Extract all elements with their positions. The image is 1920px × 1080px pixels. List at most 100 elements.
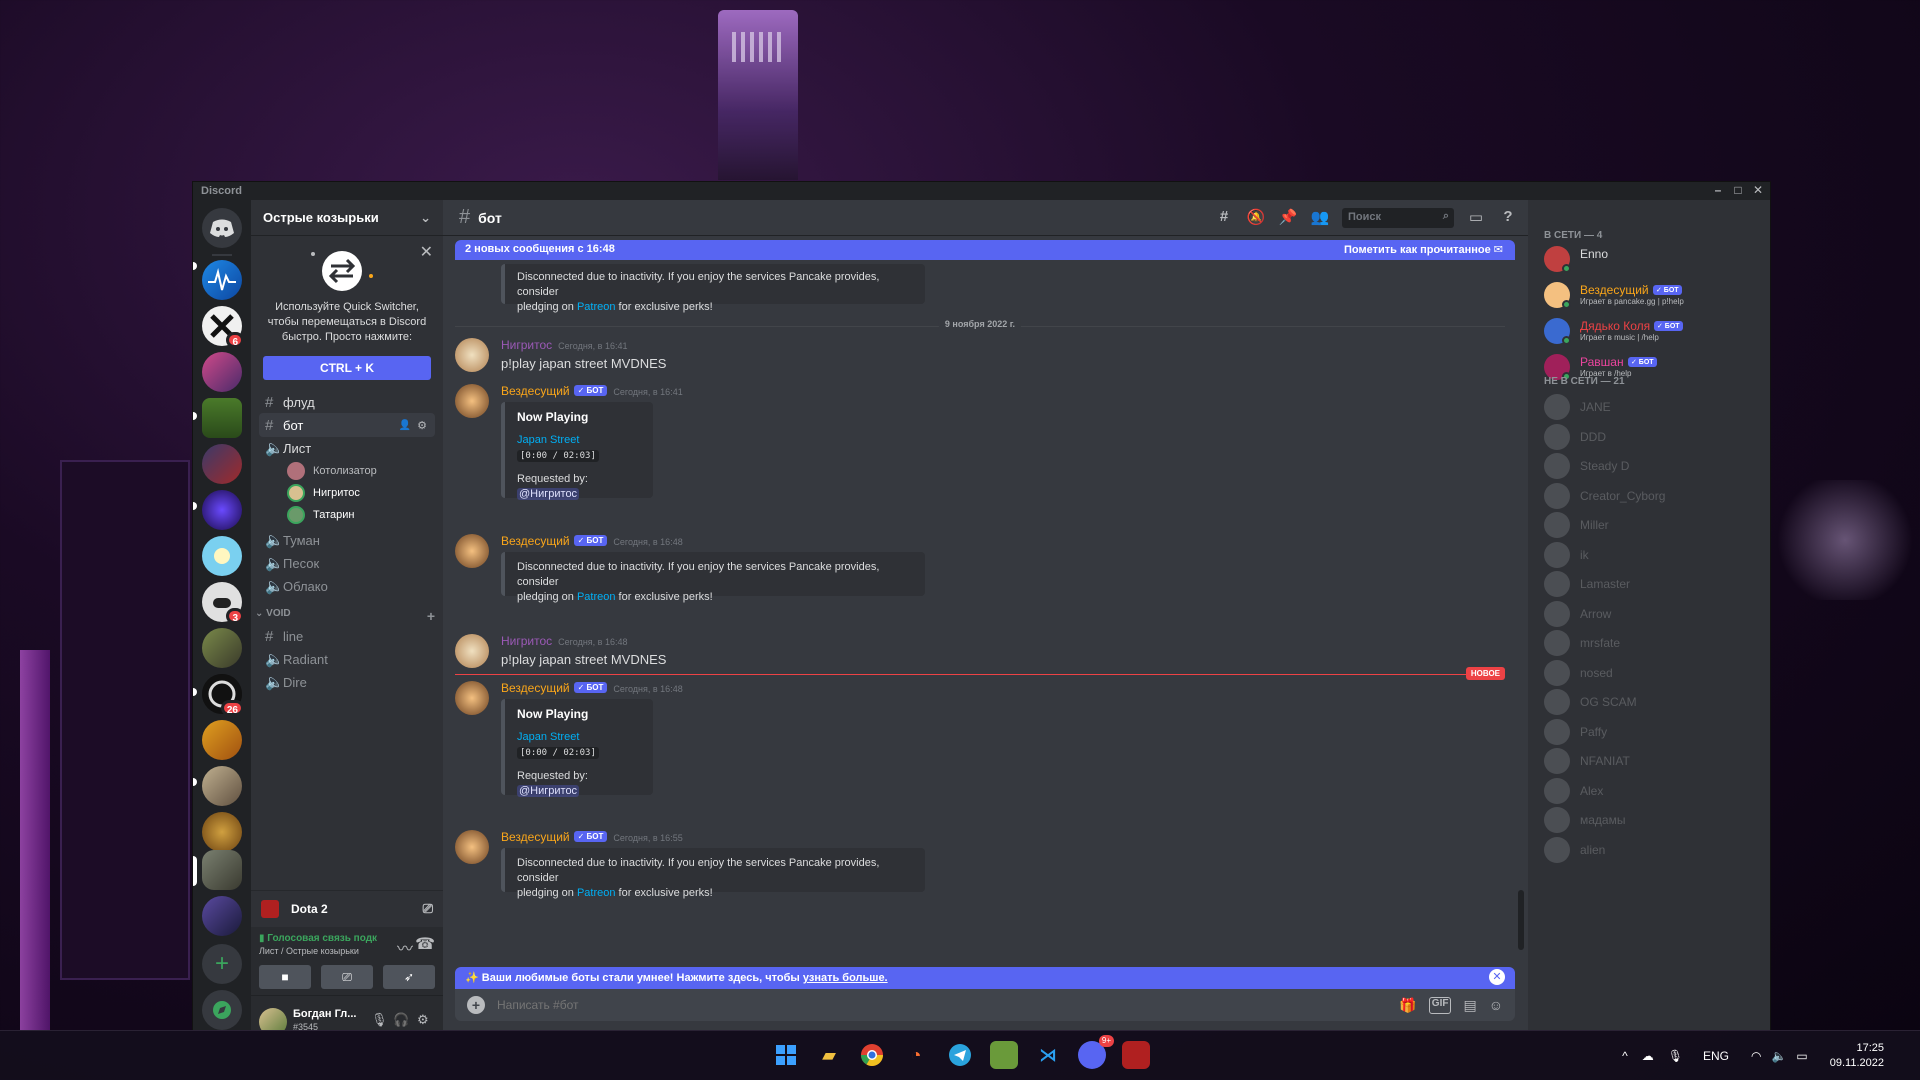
channel-bot[interactable]: # бот 👤 ⚙ [259, 413, 435, 437]
quick-switcher-shortcut-button[interactable]: CTRL + K [263, 356, 431, 380]
server-icon-7[interactable] [202, 536, 242, 576]
avatar[interactable] [259, 1008, 287, 1030]
avatar[interactable] [455, 338, 489, 372]
patreon-link[interactable]: Patreon [577, 591, 616, 603]
member-item-offline[interactable]: мадамы [1544, 805, 1764, 835]
pin-icon[interactable]: 📌 [1278, 208, 1298, 228]
mention[interactable]: @Нигритос [517, 785, 580, 797]
inbox-icon[interactable]: ▭ [1466, 208, 1486, 228]
member-item-offline[interactable]: OG SCAM [1544, 687, 1764, 717]
volume-icon[interactable]: 🔈 [1771, 1049, 1786, 1063]
maximize-button[interactable]: □ [1728, 183, 1748, 197]
voice-channel-dire[interactable]: 🔈 Dire [259, 670, 435, 694]
windows-start-icon[interactable] [772, 1041, 800, 1069]
camera-button[interactable]: ■ [259, 965, 311, 989]
activity-button[interactable]: ➶ [383, 965, 435, 989]
language-indicator[interactable]: ENG [1703, 1049, 1729, 1063]
member-item-offline[interactable]: DDD [1544, 422, 1764, 452]
member-item-offline[interactable]: Miller [1544, 510, 1764, 540]
server-icon-9[interactable] [202, 628, 242, 668]
member-item[interactable]: Enno [1544, 244, 1764, 274]
home-button[interactable] [202, 208, 242, 248]
dota2-taskbar-icon[interactable] [1122, 1041, 1150, 1069]
gift-icon[interactable]: 🎁 [1399, 997, 1416, 1014]
author-name[interactable]: Нигритос [501, 338, 552, 352]
server-icon-4[interactable] [202, 398, 242, 438]
member-item-offline[interactable]: ik [1544, 540, 1764, 570]
member-item-offline[interactable]: NFANIAT [1544, 746, 1764, 776]
minecraft-icon[interactable] [990, 1041, 1018, 1069]
voice-channel-sand[interactable]: 🔈 Песок [259, 551, 435, 575]
channel-flood[interactable]: # флуд [259, 390, 435, 414]
member-item-offline[interactable]: alien [1544, 835, 1764, 865]
sticker-icon[interactable]: ▤ [1463, 997, 1476, 1014]
add-channel-icon[interactable]: + [427, 608, 435, 624]
microphone-icon[interactable]: 🎙 [371, 1012, 388, 1028]
server-icon-3[interactable] [202, 352, 242, 392]
author-name[interactable]: Вездесущий [501, 384, 570, 398]
disconnect-icon[interactable]: ☎ [415, 934, 435, 954]
member-item[interactable]: Дядько Коля ✓ БОТ Играет в music | /help [1544, 316, 1764, 346]
patreon-link[interactable]: Patreon [577, 887, 616, 899]
activity-panel[interactable]: Dota 2 ⎚ [251, 890, 443, 926]
share-screen-button[interactable]: ⎚ [321, 965, 373, 989]
voice-user[interactable]: Котолизатор [287, 460, 377, 482]
member-item[interactable]: Вездесущий ✓ БОТ Играет в pancake.gg | p!h… [1544, 280, 1764, 310]
member-item-offline[interactable]: mrsfate [1544, 628, 1764, 658]
pancake-avatar[interactable] [455, 681, 489, 715]
yandex-browser-icon[interactable]: ◔ [902, 1041, 930, 1069]
member-item-offline[interactable]: JANE [1544, 392, 1764, 422]
member-item-offline[interactable]: Steady D [1544, 451, 1764, 481]
author-name[interactable]: Вездесущий [501, 534, 570, 548]
promo-link[interactable]: узнать больше. [803, 972, 888, 984]
voice-channel-list[interactable]: 🔈 Лист [259, 436, 435, 460]
server-icon-10[interactable]: 26 [202, 674, 244, 716]
pancake-avatar[interactable] [455, 384, 489, 418]
member-item-offline[interactable]: Arrow [1544, 599, 1764, 629]
add-attachment-icon[interactable]: + [467, 996, 485, 1014]
file-explorer-icon[interactable]: ▰ [815, 1041, 843, 1069]
voice-channel-fog[interactable]: 🔈 Туман [259, 528, 435, 552]
member-item-offline[interactable]: Alex [1544, 776, 1764, 806]
member-item-offline[interactable]: Creator_Cyborg [1544, 481, 1764, 511]
server-icon-12[interactable] [202, 766, 242, 806]
avatar[interactable] [455, 634, 489, 668]
close-icon[interactable]: ✕ [1489, 969, 1505, 985]
chat-scrollbar[interactable] [1518, 890, 1524, 950]
pancake-avatar[interactable] [455, 830, 489, 864]
telegram-icon[interactable] [946, 1041, 974, 1069]
microphone-icon[interactable]: 🎙 [1668, 1049, 1683, 1063]
voice-channel-radiant[interactable]: 🔈 Radiant [259, 647, 435, 671]
wifi-icon[interactable]: ◠ [1751, 1049, 1761, 1063]
close-window-button[interactable]: ✕ [1748, 183, 1768, 197]
minimize-button[interactable]: – [1708, 183, 1728, 197]
explore-icon[interactable] [202, 990, 242, 1030]
noise-suppression-icon[interactable]: 〰 [397, 935, 413, 959]
mention[interactable]: @Нигритос [517, 488, 580, 500]
channel-line[interactable]: # line [259, 624, 435, 648]
server-icon-5[interactable] [202, 444, 242, 484]
screen-share-icon[interactable]: ⎚ [423, 901, 433, 917]
server-header[interactable]: Острые козырьки ⌄ [251, 200, 443, 236]
search-input[interactable]: Поиск ⌕ [1342, 208, 1454, 228]
patreon-link[interactable]: Patreon [577, 301, 616, 313]
new-messages-bar[interactable]: 2 новых сообщения с 16:48 Пометить как п… [455, 240, 1515, 260]
discord-taskbar-icon[interactable]: 9+ [1078, 1035, 1114, 1069]
close-icon[interactable]: ✕ [420, 242, 433, 262]
server-icon-11[interactable] [202, 720, 242, 760]
voice-channel-cloud[interactable]: 🔈 Облако [259, 574, 435, 598]
invite-icon[interactable]: 👤 [399, 420, 411, 431]
mark-read-button[interactable]: Пометить как прочитанное ✉ [1344, 243, 1503, 256]
track-link[interactable]: Japan Street [517, 730, 641, 745]
message-input[interactable] [497, 998, 1400, 1012]
gear-icon[interactable]: ⚙ [417, 419, 427, 432]
author-name[interactable]: Вездесущий [501, 681, 570, 695]
emoji-icon[interactable]: ☺ [1489, 997, 1503, 1014]
server-icon-2[interactable]: 6 [202, 306, 244, 348]
help-icon[interactable]: ? [1498, 208, 1518, 228]
track-link[interactable]: Japan Street [517, 433, 641, 448]
vscode-icon[interactable]: ⋊ [1034, 1041, 1062, 1069]
gif-icon[interactable]: GIF [1428, 996, 1452, 1014]
chevron-up-icon[interactable]: ^ [1622, 1049, 1628, 1063]
author-name[interactable]: Вездесущий [501, 830, 570, 844]
